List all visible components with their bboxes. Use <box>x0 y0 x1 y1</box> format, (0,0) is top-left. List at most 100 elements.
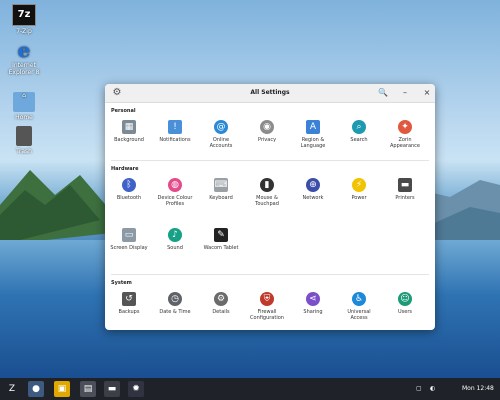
online-accounts-icon: @ <box>214 120 228 134</box>
settings-item-label: Sharing <box>303 309 323 315</box>
keyboard-icon: ⌨ <box>214 178 228 192</box>
settings-item-printer[interactable]: ▬ Printers <box>385 178 425 201</box>
section-heading-system: System <box>111 280 132 286</box>
settings-item-label: Sound <box>167 245 183 251</box>
settings-item-tablet[interactable]: ✎ Wacom Tablet <box>201 228 241 251</box>
settings-item-notifications[interactable]: ! Notifications <box>155 120 195 143</box>
section-heading-personal: Personal <box>111 108 136 114</box>
search-button[interactable]: 🔍 <box>375 86 391 100</box>
browser-icon[interactable]: ● <box>28 381 44 397</box>
desktop-icon-label: 7-Zip <box>16 28 32 35</box>
settings-item-firewall[interactable]: ⛨ Firewall Configuration <box>247 292 287 321</box>
search-icon: ⌕ <box>352 120 366 134</box>
settings-item-network[interactable]: ⊕ Network <box>293 178 333 201</box>
settings-item-keyboard[interactable]: ⌨ Keyboard <box>201 178 241 201</box>
taskbar-clock[interactable]: Mon 12:48 <box>462 378 494 400</box>
terminal-icon[interactable]: ▬ <box>104 381 120 397</box>
settings-item-gear[interactable]: ⚙ Details <box>201 292 241 315</box>
settings-item-label: Region & Language <box>300 137 326 149</box>
desktop-icon-internet-explorer[interactable]: e Internet Explorer 8 <box>3 40 45 76</box>
printer-icon: ▬ <box>398 178 412 192</box>
sharing-icon: ⋖ <box>306 292 320 306</box>
settings-item-appearance[interactable]: ✦ Zorin Appearance <box>385 120 425 149</box>
color-profiles-icon: ◍ <box>168 178 182 192</box>
section-divider <box>111 160 429 161</box>
settings-item-label: Wacom Tablet <box>203 245 239 251</box>
settings-item-privacy[interactable]: ◉ Privacy <box>247 120 287 143</box>
store-icon[interactable]: ▣ <box>54 381 70 397</box>
files-icon[interactable]: ▤ <box>80 381 96 397</box>
users-icon: ☺ <box>398 292 412 306</box>
minimize-button[interactable]: – <box>397 86 413 100</box>
settings-item-label: Mouse & Touchpad <box>255 195 279 207</box>
notifications-icon: ! <box>168 120 182 134</box>
desktop-icon-label: Home <box>15 114 33 121</box>
settings-item-label: Bluetooth <box>116 195 142 201</box>
desktop-icon-7zip[interactable]: 7z 7-Zip <box>3 4 45 35</box>
settings-item-color-profiles[interactable]: ◍ Device Colour Profiles <box>155 178 195 207</box>
volume-icon[interactable]: ◐ <box>430 378 435 400</box>
home-folder-icon: ⌂ <box>13 92 35 112</box>
gear-icon: ⚙ <box>214 292 228 306</box>
settings-item-sound[interactable]: ♪ Sound <box>155 228 195 251</box>
display-icon: ▭ <box>122 228 136 242</box>
settings-item-label: Firewall Configuration <box>250 309 284 321</box>
settings-item-label: Network <box>302 195 324 201</box>
settings-item-background[interactable]: ▦ Background <box>109 120 149 143</box>
settings-item-label: Notifications <box>159 137 191 143</box>
backup-icon: ↺ <box>122 292 136 306</box>
tablet-icon: ✎ <box>214 228 228 242</box>
settings-item-users[interactable]: ☺ Users <box>385 292 425 315</box>
bluetooth-icon: ᛒ <box>122 178 136 192</box>
settings-item-display[interactable]: ▭ Screen Display <box>109 228 149 251</box>
settings-item-sharing[interactable]: ⋖ Sharing <box>293 292 333 315</box>
settings-item-backup[interactable]: ↺ Backups <box>109 292 149 315</box>
settings-item-online-accounts[interactable]: @ Online Accounts <box>201 120 241 149</box>
settings-item-label: Power <box>351 195 367 201</box>
trash-icon <box>16 126 32 146</box>
appearance-icon: ✦ <box>398 120 412 134</box>
section-heading-hardware: Hardware <box>111 166 139 172</box>
desktop-icon-label: Trash <box>16 148 32 155</box>
privacy-icon: ◉ <box>260 120 274 134</box>
settings-item-label: Privacy <box>257 137 277 143</box>
taskbar: Z ● ▣ ▤ ▬ ✹ ▢ ◐ Mon 12:48 <box>0 378 500 400</box>
accessibility-icon: ♿ <box>352 292 366 306</box>
zorin-menu-icon[interactable]: Z <box>4 381 20 397</box>
settings-item-label: Device Colour Profiles <box>157 195 193 207</box>
close-button[interactable]: × <box>419 86 435 100</box>
settings-item-label: Users <box>397 309 412 315</box>
network-icon: ⊕ <box>306 178 320 192</box>
clock-icon: ◷ <box>168 292 182 306</box>
settings-item-accessibility[interactable]: ♿ Universal Access <box>339 292 379 321</box>
settings-item-label: Online Accounts <box>209 137 233 149</box>
settings-item-region[interactable]: A Region & Language <box>293 120 333 149</box>
sound-icon: ♪ <box>168 228 182 242</box>
7zip-icon: 7z <box>12 4 36 26</box>
settings-item-label: Screen Display <box>110 245 148 251</box>
settings-item-power[interactable]: ⚡ Power <box>339 178 379 201</box>
desktop-icon-label: Internet Explorer 8 <box>8 62 40 76</box>
settings-window: ⚙ All Settings 🔍 – × Personal ▦ Background… <box>105 84 435 330</box>
background-icon: ▦ <box>122 120 136 134</box>
section-divider <box>111 274 429 275</box>
settings-item-bluetooth[interactable]: ᛒ Bluetooth <box>109 178 149 201</box>
settings-item-label: Keyboard <box>209 195 233 201</box>
power-icon: ⚡ <box>352 178 366 192</box>
window-titlebar[interactable]: ⚙ All Settings 🔍 – × <box>105 84 435 103</box>
settings-item-label: Details <box>212 309 230 315</box>
settings-item-label: Date & Time <box>159 309 191 315</box>
settings-item-clock[interactable]: ◷ Date & Time <box>155 292 195 315</box>
settings-item-search[interactable]: ⌕ Search <box>339 120 379 143</box>
notification-icon[interactable]: ▢ <box>416 378 422 400</box>
mouse-icon: ▮ <box>260 178 274 192</box>
settings-item-label: Printers <box>395 195 415 201</box>
desktop-icon-trash[interactable]: Trash <box>3 126 45 155</box>
desktop-icon-home[interactable]: ⌂ Home <box>3 92 45 121</box>
settings-item-mouse[interactable]: ▮ Mouse & Touchpad <box>247 178 287 207</box>
settings-item-label: Background <box>114 137 144 143</box>
region-icon: A <box>306 120 320 134</box>
settings-icon[interactable]: ✹ <box>128 381 144 397</box>
firewall-icon: ⛨ <box>260 292 274 306</box>
internet-explorer-icon: e <box>17 38 31 62</box>
